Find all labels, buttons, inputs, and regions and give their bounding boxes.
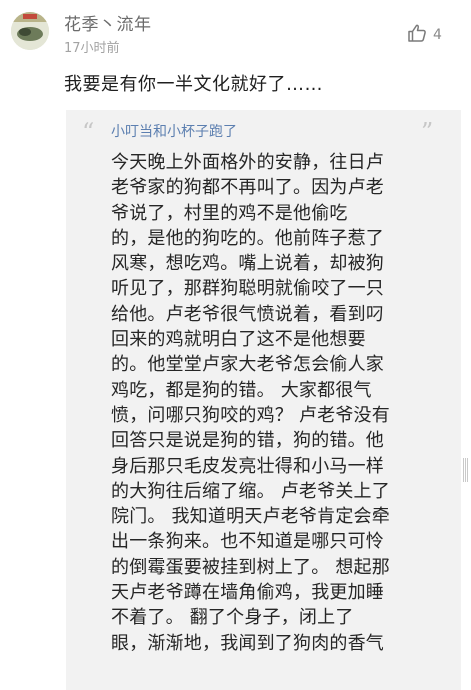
comment-author[interactable]: 花季丶流年 [64,10,152,35]
quoted-text-line: 眼，渐渐地，我闻到了狗肉的香气 [111,632,384,654]
quoted-text-line: 的。他堂堂卢家大老爷怎会偷人家 [111,354,384,376]
comment-text: 我要是有你一半文化就好了…… [64,74,323,95]
quoted-text-line: 的大狗往后缩了缩。 卢老爷关上了 [111,480,390,502]
quoted-text: 今天晚上外面格外的安静，往日卢 老爷家的狗都不再叫了。因为卢老 爷说了，村里的鸡… [111,150,441,656]
thumbs-up-icon [407,23,427,47]
scroll-handle[interactable] [463,458,468,482]
quoted-text-line: 身后那只毛皮发亮壮得和小马一样 [111,455,384,477]
quoted-text-line: 天卢老爷蹲在墙角偷鸡，我更加睡 [111,582,384,604]
quoted-text-line: 院门。 我知道明天卢老爷肯定会牵 [111,506,390,528]
open-quote-icon: “ [82,118,95,146]
quoted-text-line: 的倒霉蛋要被挂到树上了。 想起那 [111,556,390,578]
quoted-text-line: 鸡吃，都是狗的错。 大家都很气 [111,379,372,401]
quoted-text-line: 听见了，那群狗聪明就偷咬了一只 [111,278,384,300]
quoted-author[interactable]: 小叮当和小杯子跑了 [111,121,237,141]
close-quote-icon: ” [421,118,434,146]
quoted-comment[interactable]: “ 小叮当和小杯子跑了 ” 今天晚上外面格外的安静，往日卢 老爷家的狗都不再叫了… [66,110,461,690]
quoted-text-line: 风寒，想吃鸡。嘴上说着，却被狗 [111,253,384,275]
grip-line [465,458,466,482]
comment-timestamp: 17小时前 [64,41,120,56]
quoted-text-line: 爷说了，村里的鸡不是他偷吃 [111,202,348,224]
avatar[interactable] [11,12,49,50]
quoted-text-line: 不着了。 翻了个身子，闭上了 [111,607,354,629]
quoted-text-line: 愤，问哪只狗咬的鸡？ 卢老爷没有 [111,404,390,426]
like-button[interactable]: 4 [407,23,442,47]
quoted-text-line: 的，是他的狗吃的。他前阵子惹了 [111,227,384,249]
quoted-text-line: 老爷家的狗都不再叫了。因为卢老 [111,177,384,199]
grip-line [463,458,464,482]
quoted-text-line: 回来的鸡就明白了这不是他想要 [111,329,366,351]
quoted-text-line: 出一条狗来。也不知道是哪只可怜 [111,531,384,553]
grip-line [467,458,468,482]
quoted-text-line: 回答只是说是狗的错，狗的错。他 [111,430,384,452]
like-count: 4 [433,27,442,43]
quoted-text-line: 今天晚上外面格外的安静，往日卢 [111,152,384,173]
quoted-text-line: 给他。卢老爷很气愤说着，看到叼 [111,303,384,325]
